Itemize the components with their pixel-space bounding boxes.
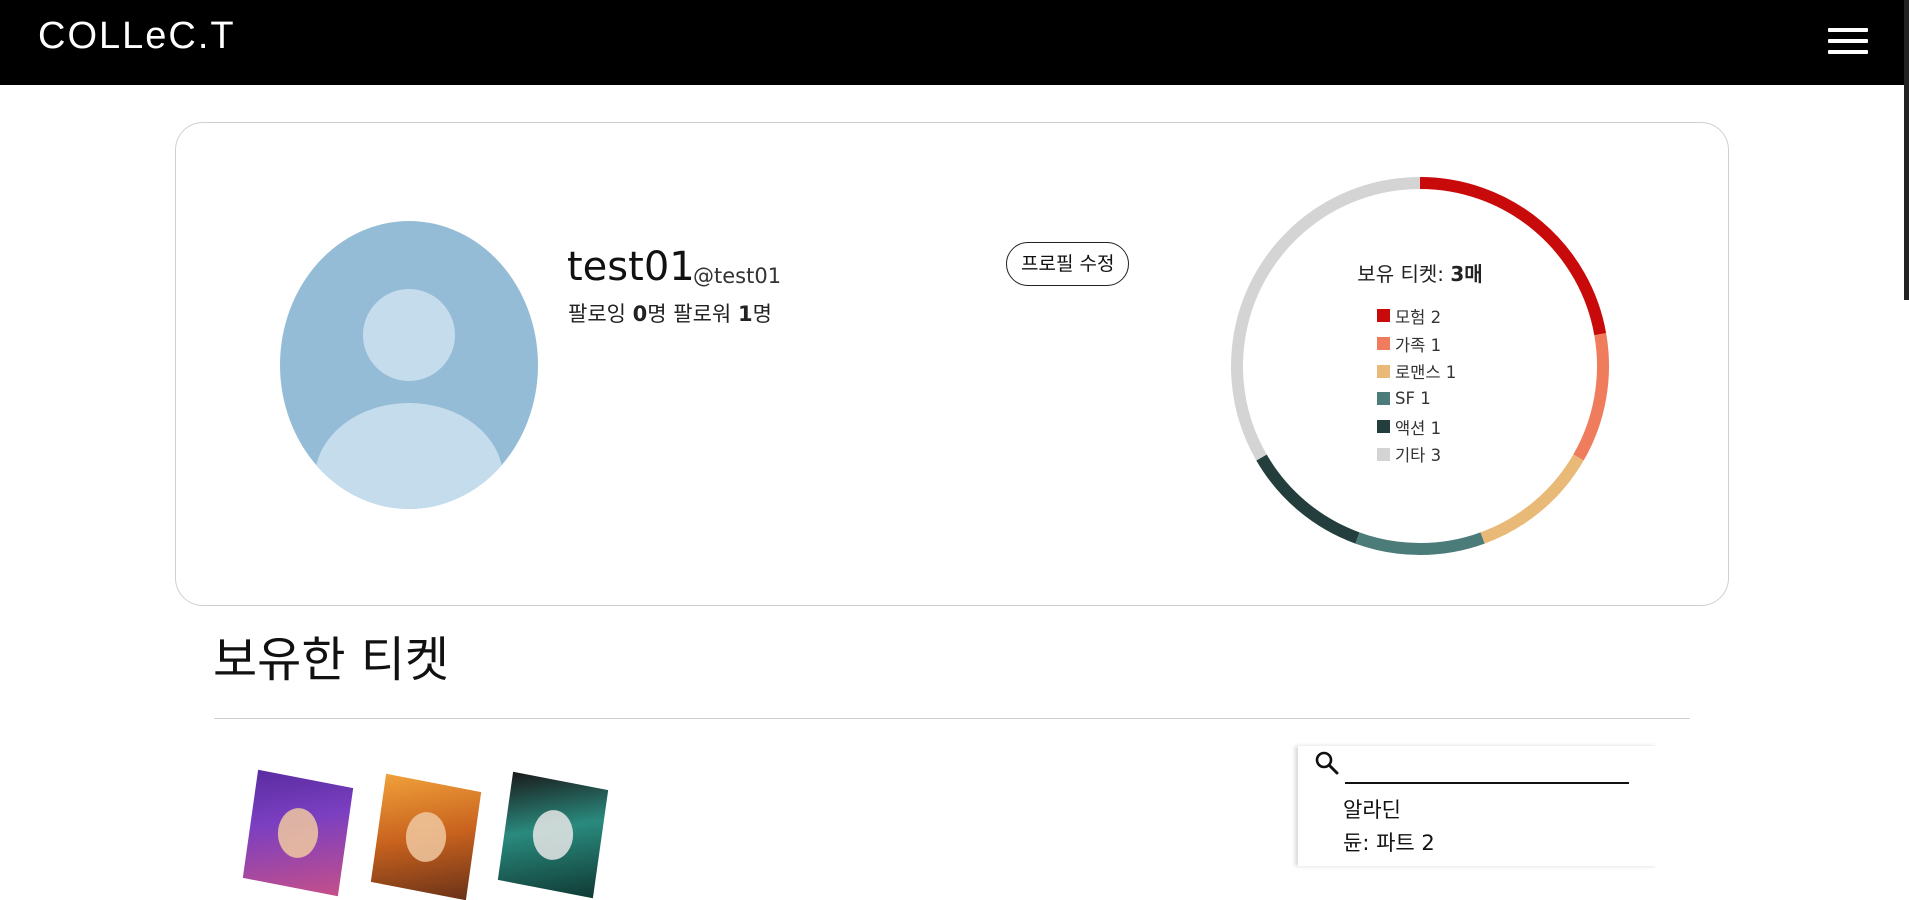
legend-label: SF 1 [1395, 389, 1431, 409]
legend-item: SF 1 [1377, 385, 1456, 413]
ticket-card[interactable] [242, 769, 354, 897]
ticket-card[interactable] [370, 773, 482, 900]
legend-swatch [1377, 447, 1390, 461]
scrollbar-thumb[interactable] [1904, 0, 1909, 300]
donut-slice-가족[interactable] [1573, 333, 1609, 461]
legend-item: 로맨스 1 [1377, 357, 1456, 385]
search-result-item[interactable]: 알라딘 [1343, 796, 1401, 824]
legend-label: 모험 2 [1395, 307, 1442, 327]
legend-label: 액션 1 [1395, 418, 1442, 438]
followers-unit: 명 [752, 302, 772, 326]
search-result-item[interactable]: 듄: 파트 2 [1343, 829, 1435, 857]
ticket-card[interactable] [497, 771, 609, 899]
chart-legend: 모험 2 가족 1 로맨스 1 SF 1 액션 1 기타 3 [1377, 302, 1456, 468]
legend-item: 가족 1 [1377, 330, 1456, 358]
followers-label[interactable]: 팔로워 [673, 302, 731, 326]
legend-swatch [1377, 364, 1390, 378]
user-avatar-icon [280, 221, 538, 509]
donut-slice-로맨스[interactable] [1480, 454, 1584, 544]
site-logo[interactable]: COLLeC.T [38, 12, 236, 60]
legend-swatch [1377, 392, 1390, 406]
legend-swatch [1377, 337, 1390, 351]
profile-username: test01 [567, 244, 695, 290]
chart-title-value: 3매 [1450, 262, 1483, 286]
following-unit: 명 [647, 302, 667, 326]
top-navbar: COLLeC.T [0, 0, 1909, 85]
legend-item: 기타 3 [1377, 440, 1456, 468]
legend-label: 가족 1 [1395, 335, 1442, 355]
following-count[interactable]: 0 [633, 302, 648, 326]
donut-slice-SF[interactable] [1355, 532, 1485, 555]
owned-tickets-title: 보유한 티켓 [213, 632, 450, 688]
donut-slice-액션[interactable] [1256, 454, 1360, 544]
legend-swatch [1377, 309, 1390, 323]
search-icon[interactable] [1314, 750, 1340, 776]
legend-item: 모험 2 [1377, 302, 1456, 330]
edit-profile-button[interactable]: 프로필 수정 [1006, 242, 1130, 286]
following-label[interactable]: 팔로잉 [568, 302, 626, 326]
search-panel: 알라딘 듄: 파트 2 [1298, 746, 1658, 866]
chart-title-prefix: 보유 티켓: [1357, 262, 1451, 286]
legend-item: 액션 1 [1377, 413, 1456, 441]
legend-swatch [1377, 420, 1390, 434]
followers-count[interactable]: 1 [738, 302, 753, 326]
profile-handle: @test01 [693, 264, 782, 288]
search-input[interactable] [1345, 750, 1629, 784]
legend-label: 로맨스 1 [1395, 363, 1457, 383]
follow-stats: 팔로잉 0명 팔로워 1명 [568, 300, 772, 328]
section-divider [214, 718, 1690, 719]
legend-label: 기타 3 [1395, 446, 1442, 466]
chart-title: 보유 티켓: 3매 [1300, 259, 1540, 289]
hamburger-icon[interactable] [1828, 24, 1868, 58]
